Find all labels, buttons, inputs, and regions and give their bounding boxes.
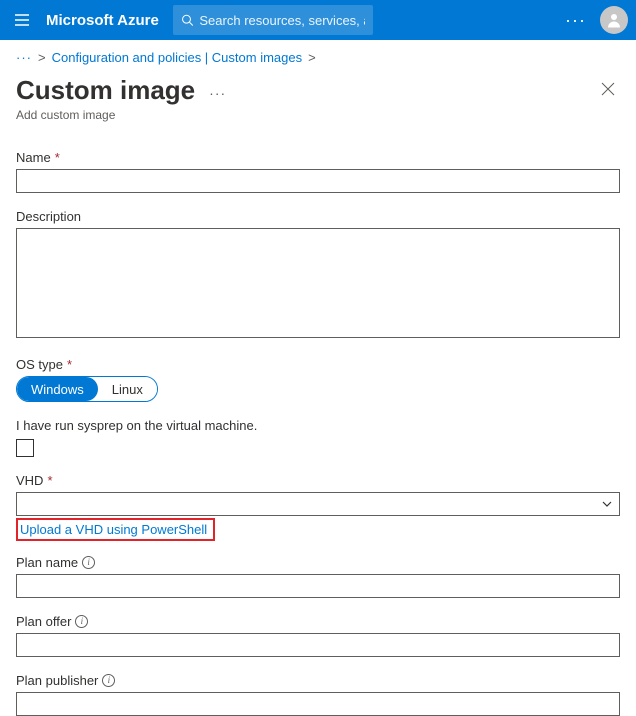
plan-name-input[interactable] [16,574,620,598]
os-type-linux[interactable]: Linux [98,377,157,401]
breadcrumb-ellipsis[interactable]: ··· [16,50,32,65]
field-sysprep: I have run sysprep on the virtual machin… [16,418,620,457]
required-indicator: * [55,150,60,165]
breadcrumb-separator: > [38,50,46,65]
page-header: Custom image ··· [0,71,636,108]
sysprep-checkbox[interactable] [16,439,34,457]
info-icon[interactable]: i [75,615,88,628]
search-icon [181,13,194,27]
plan-offer-label: Plan offer [16,614,71,629]
description-input[interactable] [16,228,620,338]
vhd-select[interactable] [16,492,620,516]
field-os-type: OS type * Windows Linux [16,357,620,402]
name-input[interactable] [16,169,620,193]
azure-topbar: Microsoft Azure ··· [0,0,636,40]
os-type-label: OS type [16,357,63,372]
breadcrumb-config-images[interactable]: Configuration and policies | Custom imag… [52,50,303,65]
close-icon [601,82,615,96]
field-plan-offer: Plan offer i [16,614,620,657]
plan-publisher-label: Plan publisher [16,673,98,688]
user-avatar-button[interactable] [600,6,628,34]
field-plan-publisher: Plan publisher i [16,673,620,716]
close-button[interactable] [596,77,620,101]
page-title: Custom image [16,75,195,106]
global-search-input[interactable] [199,13,365,28]
sysprep-label: I have run sysprep on the virtual machin… [16,418,620,433]
os-type-toggle: Windows Linux [16,376,158,402]
chevron-down-icon [601,498,613,510]
required-indicator: * [47,473,52,488]
page-subtitle: Add custom image [0,108,636,130]
custom-image-form: Name * Description OS type * Windows Lin… [0,130,636,716]
os-type-windows[interactable]: Windows [17,377,98,401]
hamburger-menu-button[interactable] [8,6,36,34]
required-indicator: * [67,357,72,372]
name-label: Name [16,150,51,165]
field-description: Description [16,209,620,341]
user-avatar-icon [605,11,623,29]
plan-publisher-input[interactable] [16,692,620,716]
breadcrumb-separator: > [308,50,316,65]
field-vhd: VHD * Upload a VHD using PowerShell [16,473,620,541]
field-name: Name * [16,150,620,193]
info-icon[interactable]: i [82,556,95,569]
topbar-more-button[interactable]: ··· [565,10,586,31]
field-plan-name: Plan name i [16,555,620,598]
breadcrumb: ··· > Configuration and policies | Custo… [0,40,636,71]
brand-label[interactable]: Microsoft Azure [46,12,159,29]
hamburger-icon [14,12,30,28]
upload-vhd-link[interactable]: Upload a VHD using PowerShell [20,522,207,537]
plan-name-label: Plan name [16,555,78,570]
upload-vhd-highlight: Upload a VHD using PowerShell [16,518,215,541]
info-icon[interactable]: i [102,674,115,687]
global-search[interactable] [173,5,373,35]
vhd-label: VHD [16,473,43,488]
plan-offer-input[interactable] [16,633,620,657]
page-header-more-button[interactable]: ··· [209,85,226,101]
description-label: Description [16,209,81,224]
